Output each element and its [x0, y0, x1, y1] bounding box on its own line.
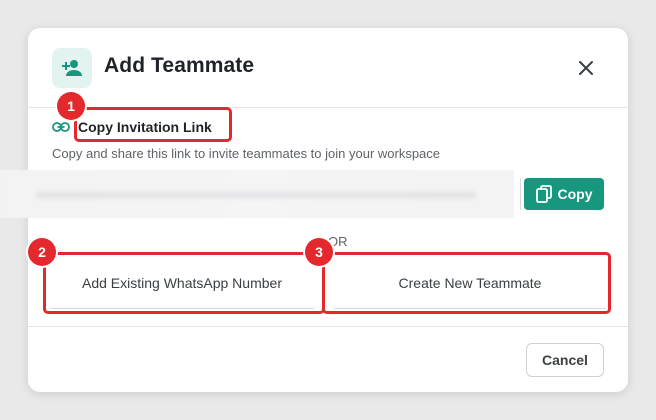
close-icon: [579, 61, 593, 75]
cancel-button[interactable]: Cancel: [526, 343, 604, 377]
annotation-box-2: [43, 252, 325, 314]
dialog-header: Add Teammate: [28, 28, 628, 108]
invite-description: Copy and share this link to invite teamm…: [52, 146, 441, 161]
annotation-badge-3: 3: [305, 238, 333, 266]
annotation-box-3: [322, 252, 611, 314]
copy-icon: [535, 185, 552, 203]
invite-link-field[interactable]: [0, 170, 514, 218]
close-button[interactable]: [574, 56, 598, 80]
add-teammate-dialog: Add Teammate Copy Invitation Link Copy a…: [0, 28, 628, 393]
copy-button[interactable]: Copy: [524, 178, 604, 210]
annotation-badge-2: 2: [28, 238, 56, 266]
person-add-icon: [52, 48, 92, 88]
field-separator: [520, 178, 521, 210]
dialog-footer: Cancel: [28, 326, 628, 393]
dialog-title: Add Teammate: [104, 54, 255, 77]
annotation-box-1: [74, 107, 232, 142]
annotation-badge-1: 1: [57, 92, 85, 120]
cancel-label: Cancel: [542, 352, 588, 368]
copy-button-label: Copy: [557, 186, 593, 202]
link-icon: [52, 122, 70, 132]
blurred-link-text: [36, 192, 476, 198]
